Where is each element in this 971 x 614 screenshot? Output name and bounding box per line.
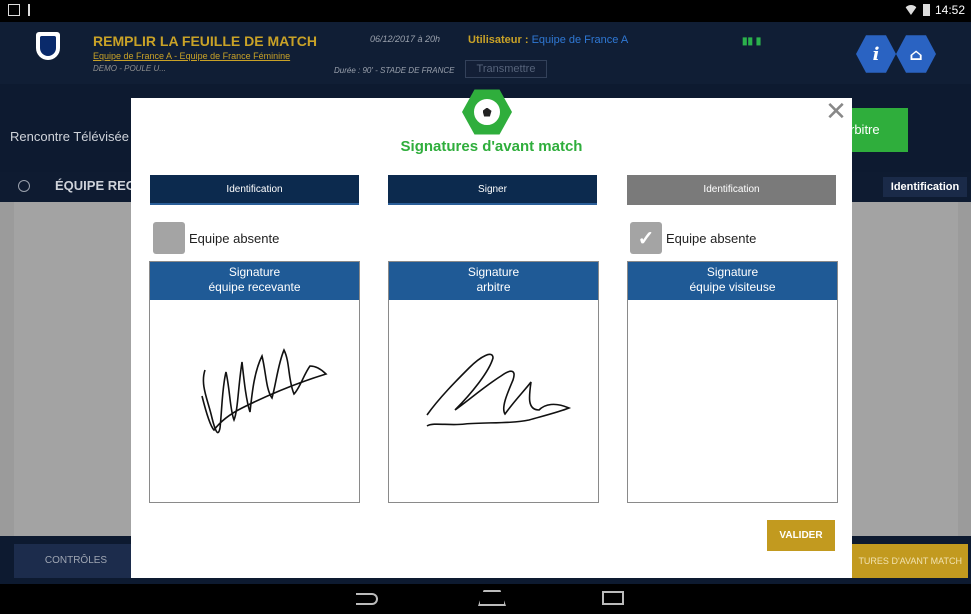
fff-logo-icon (36, 32, 60, 60)
referee-signature-pad[interactable] (389, 300, 598, 502)
app-header: REMPLIR LA FEUILLE DE MATCH Equipe de Fr… (0, 22, 971, 84)
back-icon[interactable] (356, 593, 378, 605)
away-signature-title: Signature (706, 265, 759, 279)
referee-signature-drawing (426, 353, 572, 427)
home-button[interactable]: ⌂ (896, 35, 936, 73)
away-signature-pad[interactable] (628, 300, 837, 502)
user-info: Utilisateur : Equipe de France A (468, 34, 628, 46)
home-team-link[interactable]: Equipe de France A (93, 51, 172, 61)
referee-signature-box[interactable]: Signature arbitre (388, 261, 599, 503)
wifi-icon (903, 5, 918, 15)
referee-signature-header: Signature arbitre (389, 262, 598, 300)
televised-label: Rencontre Télévisée (10, 129, 129, 144)
away-absent-label: Equipe absente (666, 230, 757, 246)
home-absent-checkbox[interactable] (153, 222, 185, 254)
team-icon (18, 180, 30, 192)
team-heading: ÉQUIPE REC (55, 178, 136, 193)
referee-signature-subtitle: arbitre (476, 280, 511, 294)
match-duration: Durée : 90' - STADE DE FRANCE (334, 66, 455, 75)
referee-button[interactable]: rbitre (850, 108, 908, 152)
home-signature-title: Signature (228, 265, 281, 279)
identification-tab[interactable]: Identification (883, 177, 967, 197)
away-signature-box[interactable]: Signature équipe visiteuse (627, 261, 838, 503)
referee-signature-title: Signature (467, 265, 520, 279)
screen: 14:52 REMPLIR LA FEUILLE DE MATCH Equipe… (0, 0, 971, 614)
notification-icon (8, 4, 20, 16)
home-signature-header: Signature équipe recevante (150, 262, 359, 300)
signal-battery-icon: ▮▮ ▮ (742, 36, 762, 47)
info-button[interactable]: i (856, 35, 896, 73)
identification-home-button[interactable]: Identification (150, 175, 359, 205)
home-absent-label: Equipe absente (189, 230, 280, 246)
home-signature-drawing (201, 348, 328, 434)
match-date: 06/12/2017 à 20h (370, 34, 441, 44)
home-signature-subtitle: équipe recevante (208, 280, 301, 294)
signatures-modal: Signatures d'avant match ✕ Identificatio… (131, 89, 852, 578)
user-label: Utilisateur : (468, 34, 529, 46)
close-icon[interactable]: ✕ (824, 98, 848, 124)
modal-title: Signatures d'avant match (400, 138, 583, 155)
battery-icon (922, 4, 930, 16)
sign-referee-button[interactable]: Signer (388, 175, 597, 205)
away-absent-checkbox[interactable]: ✓ (630, 222, 662, 254)
away-signature-subtitle: équipe visiteuse (689, 280, 776, 294)
validate-button[interactable]: VALIDER (767, 520, 835, 551)
recent-apps-icon[interactable] (602, 591, 624, 605)
home-signature-box[interactable]: Signature équipe recevante (149, 261, 360, 503)
away-team: - Equipe de France Féminine (171, 51, 291, 61)
competition-label: DEMO - POULE U... (93, 64, 166, 73)
transmit-button[interactable]: Transmettre (465, 60, 547, 78)
flag-icon (28, 4, 40, 16)
away-signature-header: Signature équipe visiteuse (628, 262, 837, 300)
status-bar: 14:52 (0, 0, 971, 22)
check-icon: ✓ (637, 227, 655, 250)
signatures-button[interactable]: TURES D'AVANT MATCH (843, 544, 968, 578)
home-signature-pad[interactable] (150, 300, 359, 502)
status-time: 14:52 (934, 3, 965, 17)
identification-away-button[interactable]: Identification (627, 175, 836, 205)
away-absent-option[interactable]: ✓ Equipe absente (630, 222, 756, 254)
page-title: REMPLIR LA FEUILLE DE MATCH (93, 33, 317, 49)
match-teams[interactable]: Equipe de France A - Equipe de France Fé… (93, 51, 290, 61)
controls-button[interactable]: CONTRÔLES (14, 544, 138, 578)
home-absent-option[interactable]: Equipe absente (153, 222, 279, 254)
user-value: Equipe de France A (531, 34, 629, 46)
